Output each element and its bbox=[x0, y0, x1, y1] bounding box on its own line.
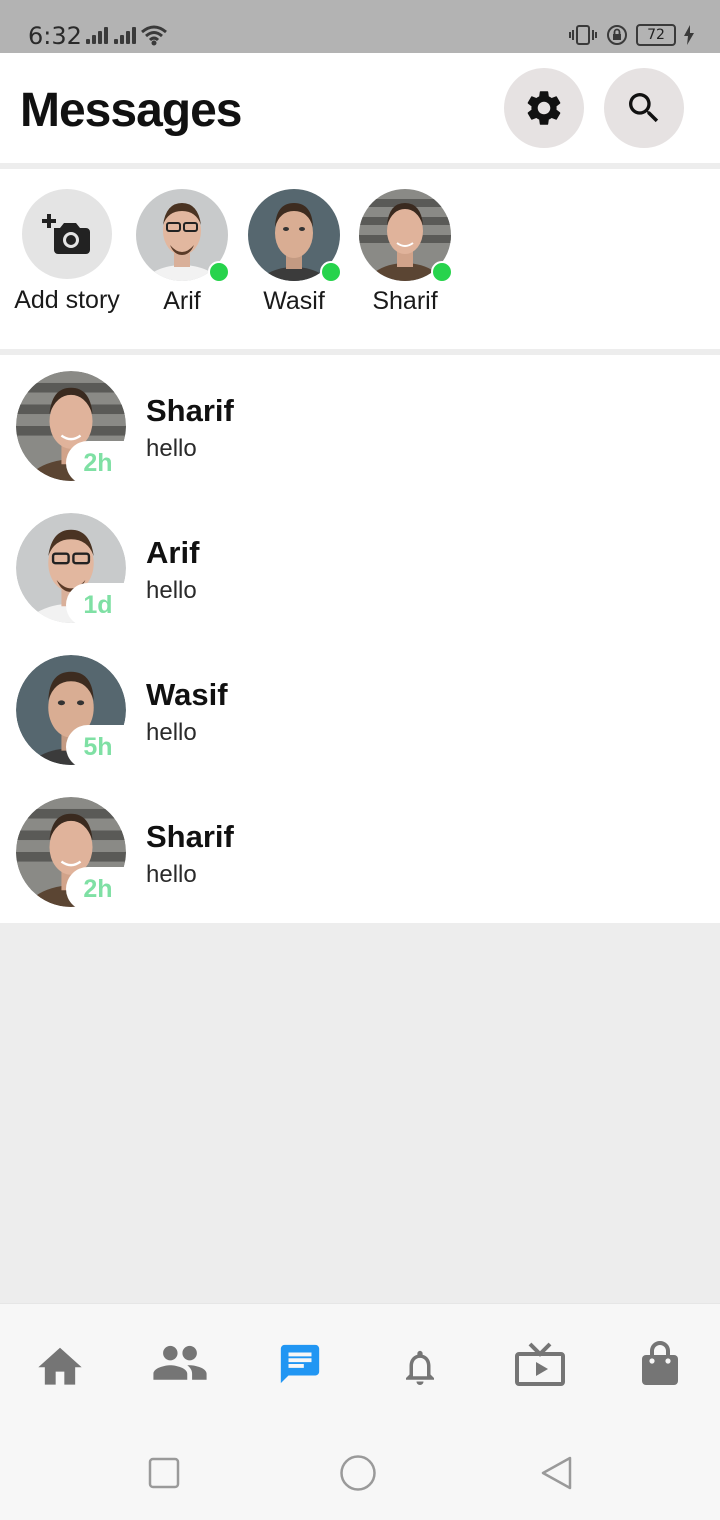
vibrate-icon bbox=[568, 24, 598, 46]
conversation-list: 2h Sharif hello 1d Arif hello 5h Wasif h… bbox=[0, 355, 720, 923]
add-story-circle[interactable] bbox=[22, 189, 112, 279]
story-label: Wasif bbox=[263, 287, 325, 315]
contact-name: Sharif bbox=[146, 393, 234, 428]
status-time: 6:32 bbox=[28, 22, 82, 50]
home-icon bbox=[34, 1341, 86, 1387]
story-label-add: Add story bbox=[14, 286, 120, 314]
story-label: Arif bbox=[163, 287, 201, 315]
back-triangle-icon bbox=[539, 1455, 573, 1491]
online-indicator bbox=[320, 261, 342, 283]
bell-icon bbox=[399, 1340, 441, 1388]
nav-watch[interactable] bbox=[508, 1334, 572, 1394]
contact-name: Arif bbox=[146, 535, 200, 570]
signal-icon bbox=[86, 26, 108, 44]
contact-name: Sharif bbox=[146, 819, 234, 854]
header: Messages bbox=[0, 53, 720, 163]
page-title: Messages bbox=[20, 84, 242, 137]
contact-name: Wasif bbox=[146, 677, 228, 712]
search-button[interactable] bbox=[604, 68, 684, 148]
system-navigation-bar bbox=[0, 1423, 720, 1520]
stories-row: Add story Arif Wasif Sharif bbox=[0, 169, 720, 349]
search-icon bbox=[624, 88, 664, 128]
avatar bbox=[136, 189, 230, 283]
time-badge: 5h bbox=[66, 725, 130, 769]
message-preview: hello bbox=[146, 719, 197, 746]
back-button[interactable] bbox=[536, 1453, 576, 1493]
story-wasif[interactable]: Wasif bbox=[239, 189, 349, 316]
message-preview: hello bbox=[146, 435, 197, 462]
signal-icon-2 bbox=[114, 26, 136, 44]
settings-button[interactable] bbox=[504, 68, 584, 148]
conversation-item[interactable]: 2h Sharif hello bbox=[0, 781, 720, 923]
online-indicator bbox=[208, 261, 230, 283]
recents-button[interactable] bbox=[144, 1453, 184, 1493]
add-photo-icon bbox=[42, 212, 92, 256]
avatar bbox=[248, 189, 342, 283]
bottom-navigation bbox=[0, 1303, 720, 1423]
conversation-item[interactable]: 1d Arif hello bbox=[0, 497, 720, 639]
story-arif[interactable]: Arif bbox=[127, 189, 237, 316]
circle-icon bbox=[339, 1454, 377, 1492]
rotation-lock-icon bbox=[606, 24, 628, 46]
time-badge: 2h bbox=[66, 441, 130, 485]
friends-icon bbox=[151, 1343, 209, 1385]
add-story-button[interactable]: Add story bbox=[12, 189, 122, 315]
gear-icon bbox=[523, 87, 565, 129]
message-preview: hello bbox=[146, 577, 197, 604]
battery-indicator: 72 bbox=[636, 24, 676, 46]
wifi-icon bbox=[140, 24, 168, 46]
story-label: Sharif bbox=[372, 287, 438, 315]
nav-messages[interactable] bbox=[268, 1334, 332, 1394]
nav-friends[interactable] bbox=[148, 1334, 212, 1394]
shopping-bag-icon bbox=[640, 1341, 680, 1387]
tv-icon bbox=[514, 1340, 566, 1388]
avatar bbox=[359, 189, 453, 283]
nav-home[interactable] bbox=[28, 1334, 92, 1394]
story-sharif[interactable]: Sharif bbox=[350, 189, 460, 316]
status-bar: 6:32 72 bbox=[0, 0, 720, 53]
square-icon bbox=[148, 1457, 180, 1489]
conversation-item[interactable]: 2h Sharif hello bbox=[0, 355, 720, 497]
charging-icon bbox=[684, 25, 694, 45]
time-badge: 2h bbox=[66, 867, 130, 911]
online-indicator bbox=[431, 261, 453, 283]
nav-marketplace[interactable] bbox=[628, 1334, 692, 1394]
time-badge: 1d bbox=[66, 583, 130, 627]
message-preview: hello bbox=[146, 861, 197, 888]
messages-icon bbox=[277, 1341, 323, 1387]
home-button[interactable] bbox=[338, 1453, 378, 1493]
conversation-item[interactable]: 5h Wasif hello bbox=[0, 639, 720, 781]
nav-notifications[interactable] bbox=[388, 1334, 452, 1394]
